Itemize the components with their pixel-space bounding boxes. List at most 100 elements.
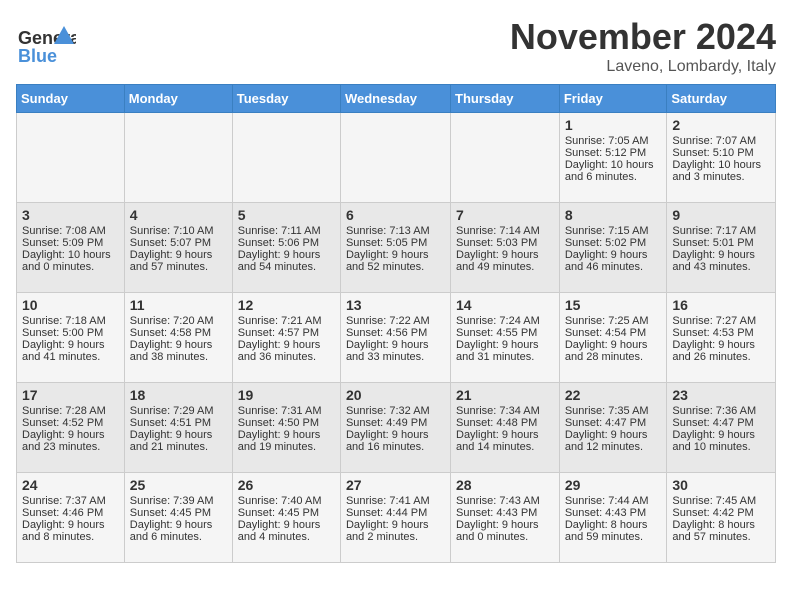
day-info-line: Sunrise: 7:36 AM [672, 405, 770, 417]
calendar-cell: 28Sunrise: 7:43 AMSunset: 4:43 PMDayligh… [451, 473, 560, 563]
calendar-cell: 14Sunrise: 7:24 AMSunset: 4:55 PMDayligh… [451, 293, 560, 383]
day-info-line: Sunset: 4:54 PM [565, 327, 662, 339]
day-info-line: Sunrise: 7:45 AM [672, 495, 770, 507]
day-info-line: Daylight: 9 hours and 26 minutes. [672, 339, 770, 363]
day-info-line: Sunset: 4:48 PM [456, 417, 554, 429]
calendar-cell: 11Sunrise: 7:20 AMSunset: 4:58 PMDayligh… [124, 293, 232, 383]
calendar-cell: 19Sunrise: 7:31 AMSunset: 4:50 PMDayligh… [232, 383, 340, 473]
day-info-line: Daylight: 9 hours and 49 minutes. [456, 249, 554, 273]
day-info-line: Sunrise: 7:28 AM [22, 405, 119, 417]
day-info-line: Sunset: 4:46 PM [22, 507, 119, 519]
day-info-line: Daylight: 9 hours and 54 minutes. [238, 249, 335, 273]
day-info-line: Daylight: 9 hours and 31 minutes. [456, 339, 554, 363]
day-number: 1 [565, 117, 662, 133]
day-info-line: Sunrise: 7:35 AM [565, 405, 662, 417]
calendar-cell: 29Sunrise: 7:44 AMSunset: 4:43 PMDayligh… [559, 473, 667, 563]
day-info-line: Daylight: 9 hours and 10 minutes. [672, 429, 770, 453]
day-info-line: Daylight: 9 hours and 43 minutes. [672, 249, 770, 273]
day-info-line: Sunrise: 7:08 AM [22, 225, 119, 237]
day-number: 3 [22, 207, 119, 223]
day-number: 28 [456, 477, 554, 493]
week-row-5: 24Sunrise: 7:37 AMSunset: 4:46 PMDayligh… [17, 473, 776, 563]
day-info-line: Sunset: 5:01 PM [672, 237, 770, 249]
day-info-line: Sunrise: 7:17 AM [672, 225, 770, 237]
day-info-line: Sunset: 4:45 PM [238, 507, 335, 519]
day-info-line: Sunset: 4:44 PM [346, 507, 445, 519]
day-info-line: Sunrise: 7:29 AM [130, 405, 227, 417]
day-number: 21 [456, 387, 554, 403]
calendar-cell: 5Sunrise: 7:11 AMSunset: 5:06 PMDaylight… [232, 203, 340, 293]
day-info-line: Sunrise: 7:44 AM [565, 495, 662, 507]
calendar-cell: 21Sunrise: 7:34 AMSunset: 4:48 PMDayligh… [451, 383, 560, 473]
weekday-saturday: Saturday [667, 85, 776, 113]
week-row-1: 1Sunrise: 7:05 AMSunset: 5:12 PMDaylight… [17, 113, 776, 203]
calendar-cell: 7Sunrise: 7:14 AMSunset: 5:03 PMDaylight… [451, 203, 560, 293]
day-number: 30 [672, 477, 770, 493]
calendar-cell: 3 Sunrise: 7:08 AMSunset: 5:09 PMDaylight… [17, 203, 125, 293]
day-info-line: Daylight: 9 hours and 8 minutes. [22, 519, 119, 543]
week-row-4: 17 Sunrise: 7:28 AMSunset: 4:52 PM Dayligh… [17, 383, 776, 473]
day-number: 2 [672, 117, 770, 133]
day-info-line: Sunrise: 7:18 AM [22, 315, 119, 327]
day-info-line: Sunset: 4:42 PM [672, 507, 770, 519]
day-info-line: Daylight: 9 hours and 21 minutes. [130, 429, 227, 453]
day-info-line: Daylight: 9 hours and 19 minutes. [238, 429, 335, 453]
day-number: 17 [22, 387, 119, 403]
calendar-cell: 9Sunrise: 7:17 AMSunset: 5:01 PMDaylight… [667, 203, 776, 293]
day-info-line: Sunset: 4:47 PM [565, 417, 662, 429]
day-info-line: Daylight: 9 hours and 28 minutes. [565, 339, 662, 363]
day-number: 10 [22, 297, 119, 313]
weekday-tuesday: Tuesday [232, 85, 340, 113]
day-info-line: Daylight: 9 hours and 14 minutes. [456, 429, 554, 453]
day-info-line: Sunset: 5:02 PM [565, 237, 662, 249]
day-info-line: Sunset: 4:47 PM [672, 417, 770, 429]
day-info-line: Daylight: 9 hours and 41 minutes. [22, 339, 119, 363]
weekday-header-row: SundayMondayTuesdayWednesdayThursdayFrid… [17, 85, 776, 113]
day-info-line: Daylight: 9 hours and 52 minutes. [346, 249, 445, 273]
calendar-cell: 16Sunrise: 7:27 AMSunset: 4:53 PMDayligh… [667, 293, 776, 383]
day-info-line: Sunset: 5:09 PM [22, 237, 119, 249]
day-number: 20 [346, 387, 445, 403]
calendar-cell: 24Sunrise: 7:37 AMSunset: 4:46 PMDayligh… [17, 473, 125, 563]
day-info-line: Sunset: 4:55 PM [456, 327, 554, 339]
calendar-cell [451, 113, 560, 203]
day-info-line: Daylight: 9 hours and 2 minutes. [346, 519, 445, 543]
calendar-table: SundayMondayTuesdayWednesdayThursdayFrid… [16, 84, 776, 563]
day-info-line: Sunset: 5:10 PM [672, 147, 770, 159]
calendar-cell [17, 113, 125, 203]
calendar-cell: 26Sunrise: 7:40 AMSunset: 4:45 PMDayligh… [232, 473, 340, 563]
calendar-cell: 4Sunrise: 7:10 AMSunset: 5:07 PMDaylight… [124, 203, 232, 293]
calendar-cell: 8Sunrise: 7:15 AMSunset: 5:02 PMDaylight… [559, 203, 667, 293]
day-info-line: Daylight: 9 hours and 46 minutes. [565, 249, 662, 273]
day-number: 14 [456, 297, 554, 313]
svg-text:Blue: Blue [18, 46, 57, 66]
day-info-line: Daylight: 9 hours and 4 minutes. [238, 519, 335, 543]
day-info-line: Daylight: 9 hours and 38 minutes. [130, 339, 227, 363]
day-info-line: Sunrise: 7:27 AM [672, 315, 770, 327]
day-info-line: Sunset: 4:50 PM [238, 417, 335, 429]
day-number: 8 [565, 207, 662, 223]
calendar-cell: 23 Sunrise: 7:36 AMSunset: 4:47 PMDayligh… [667, 383, 776, 473]
calendar-cell: 1Sunrise: 7:05 AMSunset: 5:12 PMDaylight… [559, 113, 667, 203]
day-number: 23 [672, 387, 770, 403]
day-info-line: Sunset: 5:07 PM [130, 237, 227, 249]
day-info-line: Daylight: 8 hours and 59 minutes. [565, 519, 662, 543]
day-number: 6 [346, 207, 445, 223]
day-number: 7 [456, 207, 554, 223]
location: Laveno, Lombardy, Italy [510, 58, 776, 76]
day-number: 4 [130, 207, 227, 223]
day-info-line: Daylight: 10 hours and 0 minutes. [22, 249, 119, 273]
day-info-line: Sunrise: 7:40 AM [238, 495, 335, 507]
weekday-wednesday: Wednesday [340, 85, 450, 113]
day-info-line: Sunrise: 7:22 AM [346, 315, 445, 327]
day-info-line: Sunset: 5:03 PM [456, 237, 554, 249]
week-row-2: 3Sunrise: 7:08 AMSunset: 5:09 PMDaylight… [17, 203, 776, 293]
calendar-cell: 20Sunrise: 7:32 AMSunset: 4:49 PMDayligh… [340, 383, 450, 473]
day-number: 29 [565, 477, 662, 493]
page-header: General Blue November 2024 Laveno, Lomba… [16, 16, 776, 76]
day-info-line: Sunset: 4:52 PM [22, 417, 119, 429]
day-info-line: Sunset: 4:58 PM [130, 327, 227, 339]
day-info-line: Sunset: 5:00 PM [22, 327, 119, 339]
day-info-line: Daylight: 9 hours and 33 minutes. [346, 339, 445, 363]
day-info-line: Sunrise: 7:20 AM [130, 315, 227, 327]
